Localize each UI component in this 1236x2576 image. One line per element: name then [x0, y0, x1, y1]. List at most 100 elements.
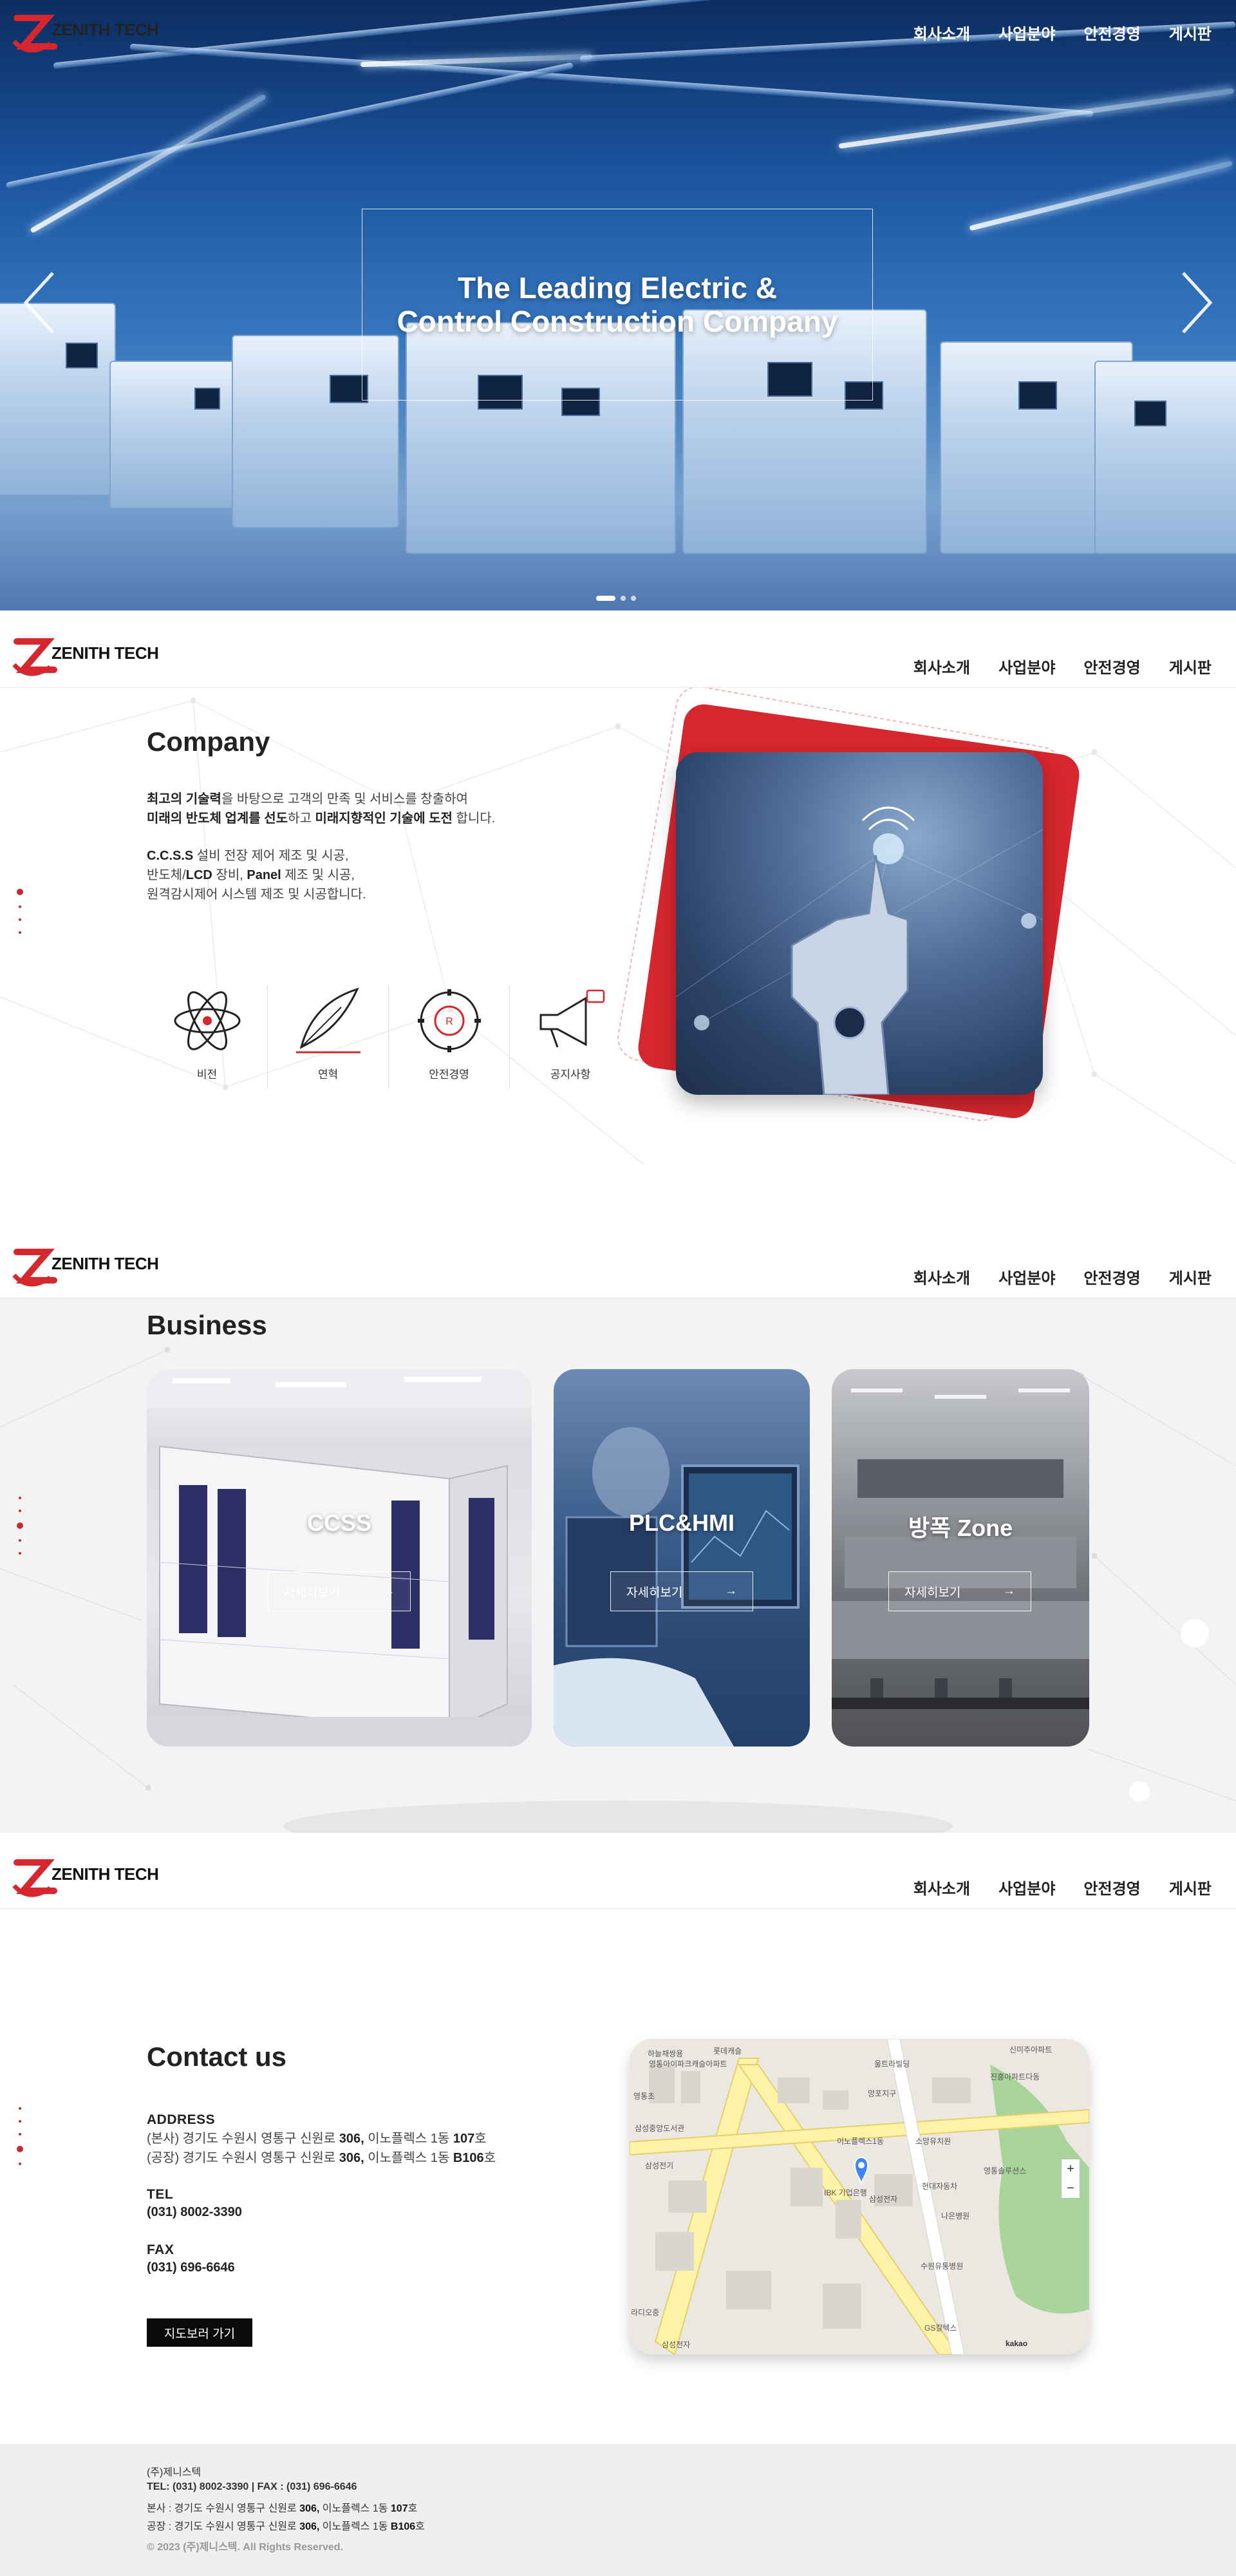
arrow-right-icon: → — [382, 1584, 395, 1598]
section-dot[interactable] — [19, 2163, 21, 2165]
kakao-map-logo: kakao — [1006, 2339, 1028, 2348]
ceiling-pipe — [5, 62, 574, 189]
address-value: (본사) 경기도 수원시 영통구 신원로 306, 이노플렉스 1동 107호 … — [147, 2129, 496, 2168]
map-label: 현대자동차 — [922, 2182, 958, 2191]
slide-dot-active[interactable] — [596, 596, 615, 601]
nav-item-safety[interactable]: 안전경영 — [1083, 21, 1140, 44]
arrow-right-icon: → — [725, 1584, 737, 1598]
section-dot[interactable] — [19, 918, 21, 921]
ccss-more-button[interactable]: 자세히보기 → — [268, 1571, 411, 1611]
nav-item-company[interactable]: 회사소개 — [913, 1265, 970, 1288]
section-dot-active[interactable] — [17, 2146, 23, 2152]
svg-text:R: R — [445, 1016, 453, 1027]
slide-pagination — [596, 596, 636, 601]
nav-item-board[interactable]: 게시판 — [1169, 1265, 1212, 1288]
nav-item-safety[interactable]: 안전경영 — [1083, 1265, 1140, 1288]
business-card-explosion-proof-zone[interactable]: 방폭 Zone 자세히보기 → — [832, 1369, 1089, 1747]
nav-item-board[interactable]: 게시판 — [1169, 21, 1212, 44]
feather-pen-icon — [295, 987, 360, 1054]
nav-item-business[interactable]: 사업분야 — [998, 1876, 1055, 1899]
section-dot[interactable] — [19, 905, 21, 908]
zoom-out-button[interactable]: − — [1061, 2179, 1080, 2198]
address-label: ADDRESS — [147, 2112, 216, 2127]
footer-factory-address: 공장 : 경기도 수원시 영통구 신원로 306, 이노플렉스 1동 B106호 — [147, 2521, 425, 2532]
nav-item-business[interactable]: 사업분야 — [998, 1265, 1055, 1288]
fax-label: FAX — [147, 2242, 174, 2257]
megaphone-icon — [539, 989, 605, 1048]
map-label: 진흥아파트다동 — [990, 2072, 1040, 2081]
section-indicator — [17, 889, 23, 934]
map-zoom-control: + − — [1061, 2159, 1080, 2199]
map-label: IBK 기업은행 — [824, 2188, 867, 2197]
section-dot-active[interactable] — [17, 1522, 23, 1529]
plc-hmi-photo — [554, 1427, 800, 1747]
nav-item-company[interactable]: 회사소개 — [913, 655, 970, 677]
business-card-ccss[interactable]: CCSS 자세히보기 → — [147, 1369, 532, 1747]
nav-item-safety[interactable]: 안전경영 — [1083, 1876, 1140, 1899]
nav-item-board[interactable]: 게시판 — [1169, 1876, 1212, 1899]
footer-company: (주)제니스텍 — [147, 2467, 201, 2478]
arrow-right-icon: → — [1003, 1584, 1015, 1598]
prev-slide-button[interactable] — [22, 270, 58, 335]
section-dot[interactable] — [19, 2133, 21, 2136]
nav-item-company[interactable]: 회사소개 — [913, 21, 970, 44]
main-nav: 회사소개 사업분야 안전경영 게시판 — [913, 655, 1212, 677]
history-link[interactable]: 연혁 — [268, 985, 389, 1088]
nav-item-business[interactable]: 사업분야 — [998, 655, 1055, 677]
section-dot[interactable] — [19, 2107, 21, 2110]
explosion-proof-more-button[interactable]: 자세히보기 → — [888, 1571, 1031, 1611]
section-dot[interactable] — [19, 2120, 21, 2123]
logo-text: ZENITH TECH — [52, 643, 159, 663]
service-line: 원격감시제어 시스템 제조 및 시공합니다. — [147, 887, 366, 902]
service-line: 반도체/LCD 장비, Panel 제조 및 시공, — [147, 868, 355, 882]
section-dot[interactable] — [19, 931, 21, 934]
section-dot[interactable] — [19, 1539, 21, 1542]
hero-title: The Leading Electric & Control Construct… — [397, 271, 838, 338]
zoom-in-button[interactable]: + — [1061, 2159, 1080, 2179]
map-label: 롯데캐슬 — [713, 2047, 742, 2056]
icon-label: 비전 — [196, 1068, 218, 1081]
map-label: 삼성전기 — [645, 2161, 674, 2170]
card-title: CCSS — [306, 1510, 372, 1536]
next-slide-button[interactable] — [1178, 270, 1214, 335]
logo[interactable]: ZENITH TECH — [9, 1848, 164, 1906]
address-line-factory: (공장) 경기도 수원시 영통구 신원로 306, 이노플렉스 1동 B106호 — [147, 2151, 496, 2165]
section-dot[interactable] — [19, 1552, 21, 1555]
hero-slider: The Leading Electric & Control Construct… — [0, 0, 1236, 611]
notice-link[interactable]: 공지사항 — [510, 985, 631, 1088]
logo[interactable]: ZENITH TECH — [9, 3, 164, 61]
safety-gear-icon: R — [417, 989, 481, 1052]
tel-label: TEL — [147, 2187, 174, 2202]
section-dot[interactable] — [19, 1510, 21, 1512]
map-label: 망포지구 — [868, 2089, 897, 2098]
safety-link[interactable]: R 안전경영 — [389, 985, 510, 1088]
nav-item-company[interactable]: 회사소개 — [913, 1876, 970, 1899]
card-title: 방폭 Zone — [908, 1515, 1013, 1541]
section-dot-active[interactable] — [17, 889, 23, 895]
main-nav: 회사소개 사업분야 안전경영 게시판 — [913, 1876, 1212, 1899]
nav-item-business[interactable]: 사업분야 — [998, 21, 1055, 44]
logo-text: ZENITH TECH — [52, 1253, 159, 1273]
chevron-left-icon — [23, 272, 54, 334]
chevron-right-icon — [1182, 272, 1213, 334]
nav-item-safety[interactable]: 안전경영 — [1083, 655, 1140, 677]
logo[interactable]: ZENITH TECH — [9, 627, 164, 685]
section-dot[interactable] — [19, 1497, 21, 1499]
map-label: 신미주아파트 — [1009, 2045, 1053, 2054]
business-card-plc-hmi[interactable]: PLC&HMI 자세히보기 → — [554, 1369, 810, 1747]
nav-item-board[interactable]: 게시판 — [1169, 655, 1212, 677]
logo-text: ZENITH TECH — [52, 1864, 159, 1884]
view-map-button[interactable]: 지도보러 가기 — [147, 2318, 252, 2347]
plc-hmi-more-button[interactable]: 자세히보기 → — [610, 1571, 753, 1611]
map-label: 소망유치원 — [915, 2137, 951, 2146]
page: The Leading Electric & Control Construct… — [0, 0, 1236, 2576]
explosion-proof-zone-photo — [832, 1388, 1089, 1709]
logo-text: ZENITH TECH — [52, 20, 159, 39]
more-label: 자세히보기 — [626, 1586, 683, 1600]
location-map[interactable]: 하늘채쌍용 신미주아파트 영통아이파크캐슬아파트 롯데캐슬 울트라빌딩 진흥아파… — [630, 2039, 1089, 2354]
slide-dot[interactable] — [631, 596, 636, 601]
logo[interactable]: ZENITH TECH — [9, 1237, 164, 1295]
map-label: 수원유통병원 — [921, 2262, 964, 2271]
slide-dot[interactable] — [621, 596, 626, 601]
vision-link[interactable]: 비전 — [147, 985, 268, 1088]
